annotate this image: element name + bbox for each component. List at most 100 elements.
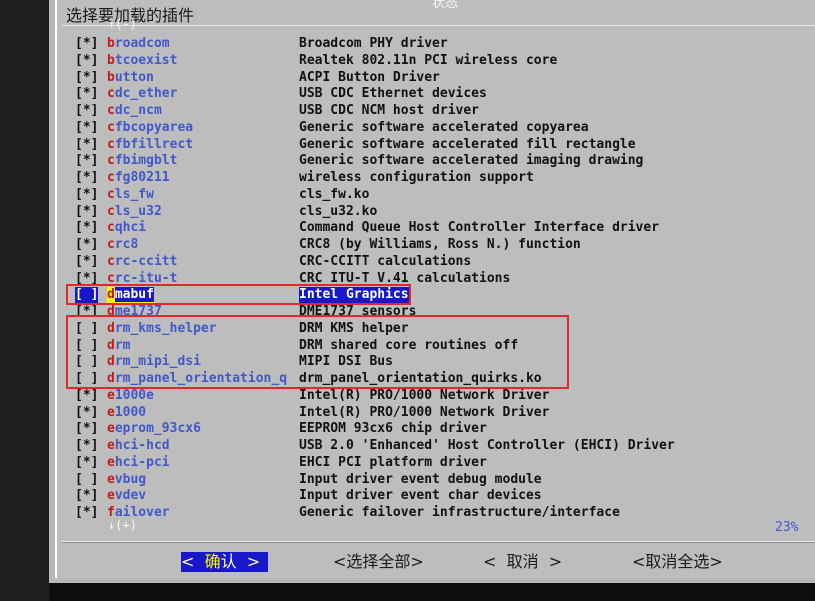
- plugin-description: CRC8 (by Williams, Ross N.) function: [299, 237, 581, 252]
- plugin-description: USB CDC Ethernet devices: [299, 86, 487, 102]
- plugin-name-rest: dc_ether: [114, 86, 178, 102]
- plugin-checkbox[interactable]: [*]: [75, 120, 98, 136]
- plugin-description: Input driver event debug module: [299, 471, 542, 487]
- cancel-button[interactable]: < 取消 >: [483, 552, 562, 572]
- plugin-name: cdc_ncm: [107, 103, 162, 119]
- plugin-description: Realtek 802.11n PCI wireless core: [299, 52, 558, 68]
- plugin-name: cls_u32: [107, 204, 162, 220]
- plugin-name-hotkey: e: [107, 454, 115, 470]
- plugin-name-rest: rc8: [114, 237, 139, 252]
- plugin-name-hotkey: c: [107, 119, 115, 135]
- plugin-checkbox[interactable]: [*]: [75, 405, 98, 421]
- plugin-name-rest: vbug: [114, 471, 147, 487]
- plugin-name: cqhci: [107, 220, 146, 236]
- plugin-checkbox[interactable]: [*]: [75, 421, 98, 437]
- plugin-name: cfbimgblt: [107, 153, 177, 169]
- plugin-checkbox[interactable]: [*]: [75, 53, 98, 69]
- confirm-button[interactable]: < 确认 >: [181, 552, 268, 572]
- left-background-strip: [0, 0, 49, 601]
- plugin-description: Broadcom PHY driver: [299, 36, 448, 51]
- plugin-name: ehci-pci: [107, 455, 170, 471]
- plugin-name-rest: hci-pci: [114, 454, 170, 470]
- plugin-name-hotkey: b: [107, 52, 115, 68]
- plugin-name-rest: fbfillrect: [114, 136, 194, 152]
- top-title-mark: 状态: [432, 0, 459, 11]
- plugin-description: USB 2.0 'Enhanced' Host Controller (EHCI…: [299, 438, 675, 453]
- plugin-name-hotkey: e: [107, 404, 115, 420]
- plugin-name-rest: 1000: [114, 404, 147, 420]
- plugin-name: crc-ccitt: [107, 254, 177, 270]
- plugin-description: cls_fw.ko: [299, 186, 370, 202]
- plugin-name-hotkey: c: [107, 253, 115, 269]
- plugin-name-hotkey: b: [107, 36, 115, 51]
- plugin-name: e1000: [107, 405, 146, 421]
- plugin-name-hotkey: e: [107, 387, 115, 403]
- button-separator: [62, 541, 815, 542]
- plugin-description: CRC-CCITT calculations: [299, 253, 472, 269]
- plugin-name-rest: ls_u32: [114, 203, 162, 219]
- plugin-name-rest: dc_ncm: [114, 103, 162, 118]
- plugin-description: Command Queue Host Controller Interface …: [299, 220, 660, 236]
- confirm-rest: 认 >: [220, 552, 261, 571]
- plugin-name: evbug: [107, 472, 146, 488]
- plugin-description: EEPROM 93cx6 chip driver: [299, 421, 487, 437]
- plugin-name: evdev: [107, 488, 146, 504]
- plugin-name: cdc_ether: [107, 86, 177, 102]
- plugin-checkbox[interactable]: [*]: [75, 86, 98, 102]
- plugin-name-hotkey: e: [107, 471, 115, 487]
- plugin-name-hotkey: e: [107, 421, 115, 437]
- plugin-checkbox[interactable]: [*]: [75, 455, 98, 471]
- plugin-name: cfg80211: [107, 170, 170, 186]
- plugin-checkbox[interactable]: [*]: [75, 505, 98, 521]
- plugin-checkbox[interactable]: [*]: [75, 103, 98, 119]
- plugin-name: e1000e: [107, 388, 154, 404]
- plugin-checkbox[interactable]: [*]: [75, 137, 98, 153]
- plugin-name-rest: fbimgblt: [114, 153, 178, 169]
- scroll-up-indicator[interactable]: ↑(-): [108, 17, 137, 31]
- plugin-name-hotkey: c: [107, 237, 115, 252]
- plugin-checkbox[interactable]: [ ]: [75, 472, 98, 488]
- plugin-name-hotkey: e: [107, 438, 115, 453]
- plugin-checkbox[interactable]: [*]: [75, 153, 98, 169]
- plugin-name: ehci-hcd: [107, 438, 170, 454]
- plugin-checkbox[interactable]: [*]: [75, 170, 98, 186]
- plugin-checkbox[interactable]: [*]: [75, 438, 98, 454]
- plugin-name-hotkey: c: [107, 220, 115, 236]
- plugin-name: cls_fw: [107, 187, 154, 203]
- scroll-percent: 23%: [775, 520, 799, 535]
- plugin-name-rest: fbcopyarea: [114, 119, 194, 135]
- plugin-name-rest: vdev: [114, 488, 147, 504]
- plugin-name-rest: fg80211: [114, 170, 170, 185]
- plugin-description: Intel(R) PRO/1000 Network Driver: [299, 404, 550, 420]
- deselect-all-button[interactable]: <取消全选>: [632, 552, 723, 572]
- plugin-name-rest: roadcom: [114, 36, 170, 51]
- plugin-name-rest: tcoexist: [114, 52, 178, 68]
- plugin-description: Generic software accelerated copyarea: [299, 119, 589, 135]
- select-all-button[interactable]: <选择全部>: [333, 552, 424, 572]
- plugin-name-rest: hci-hcd: [114, 438, 170, 453]
- plugin-description: cls_u32.ko: [299, 203, 378, 219]
- plugin-checkbox[interactable]: [*]: [75, 220, 98, 236]
- plugin-description: Generic software accelerated imaging dra…: [299, 153, 644, 169]
- plugin-checkbox[interactable]: [*]: [75, 237, 98, 253]
- plugin-name-hotkey: b: [107, 69, 115, 85]
- plugin-name-rest: 1000e: [114, 387, 154, 403]
- plugin-name: failover: [107, 505, 170, 521]
- plugin-description: Input driver event char devices: [299, 488, 542, 504]
- plugin-checkbox[interactable]: [*]: [75, 36, 98, 52]
- confirm-hotkey: 确: [204, 552, 221, 571]
- plugin-name: eeprom_93cx6: [107, 421, 201, 437]
- plugin-name-hotkey: c: [107, 103, 115, 118]
- plugin-name-rest: utton: [114, 69, 154, 85]
- plugin-checkbox[interactable]: [*]: [75, 70, 98, 86]
- plugin-name-hotkey: e: [107, 488, 115, 504]
- plugin-name: button: [107, 70, 154, 86]
- plugin-name: cfbcopyarea: [107, 120, 193, 136]
- plugin-description: USB CDC NCM host driver: [299, 103, 480, 118]
- plugin-checkbox[interactable]: [*]: [75, 388, 98, 404]
- plugin-name-hotkey: c: [107, 86, 115, 102]
- plugin-checkbox[interactable]: [*]: [75, 187, 98, 203]
- plugin-checkbox[interactable]: [*]: [75, 254, 98, 270]
- plugin-checkbox[interactable]: [*]: [75, 204, 98, 220]
- plugin-checkbox[interactable]: [*]: [75, 488, 98, 504]
